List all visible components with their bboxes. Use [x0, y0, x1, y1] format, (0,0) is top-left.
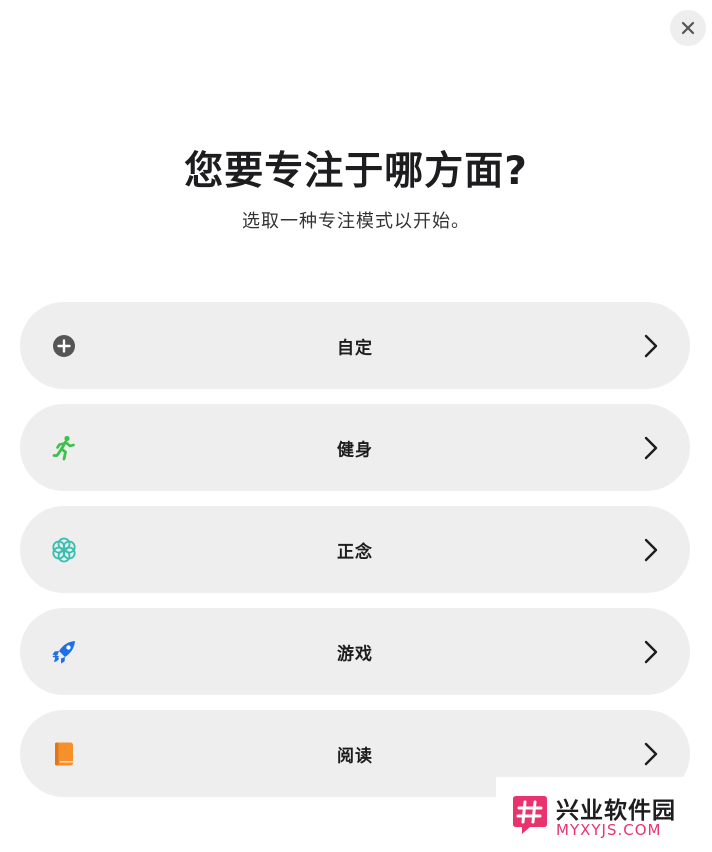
watermark-name: 兴业软件园	[556, 798, 676, 824]
chevron-right-icon	[644, 334, 658, 357]
mode-label: 自定	[337, 338, 373, 358]
chevron-right-icon	[644, 640, 658, 663]
page-subtitle: 选取一种专注模式以开始。	[242, 211, 470, 232]
focus-mode-list: 自定 健身 正念 游戏 阅读	[20, 302, 690, 812]
site-watermark: 兴业软件园 MYXYJS.COM	[496, 777, 712, 852]
mode-item-mindfulness[interactable]: 正念	[20, 506, 690, 593]
mode-item-fitness[interactable]: 健身	[20, 404, 690, 491]
mode-label: 游戏	[337, 644, 373, 664]
close-button[interactable]	[670, 10, 706, 46]
mode-item-custom[interactable]: 自定	[20, 302, 690, 389]
hash-logo-icon	[513, 796, 547, 834]
chevron-right-icon	[644, 538, 658, 561]
mode-label: 健身	[337, 440, 373, 460]
chevron-right-icon	[644, 742, 658, 765]
focus-mode-picker: 您要专注于哪方面? 选取一种专注模式以开始。 自定 健身 正念 游戏 阅读 兴业…	[0, 0, 712, 852]
chevron-right-icon	[644, 436, 658, 459]
mode-label: 正念	[337, 542, 373, 562]
page-title: 您要专注于哪方面?	[184, 149, 528, 194]
mode-item-gaming[interactable]: 游戏	[20, 608, 690, 695]
watermark-domain: MYXYJS.COM	[556, 821, 662, 839]
close-icon	[681, 21, 695, 35]
mode-label: 阅读	[337, 746, 373, 766]
